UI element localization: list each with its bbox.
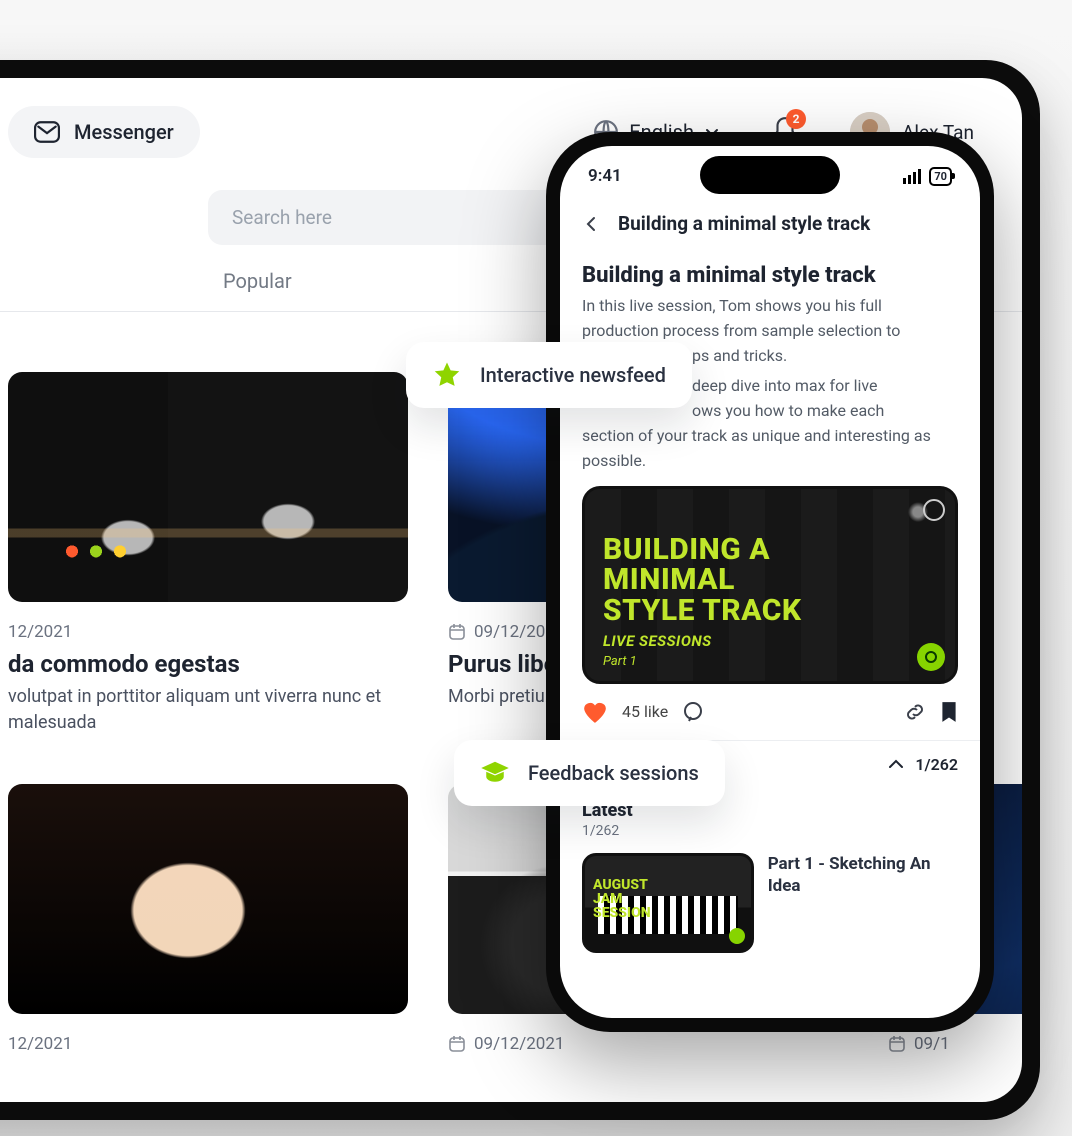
messenger-button[interactable]: Messenger	[8, 106, 200, 158]
latest-thumbnail: AUGUST JAM SESSION	[582, 853, 754, 953]
card-date: 12/2021	[8, 622, 408, 642]
loop-icon	[923, 499, 945, 521]
mail-icon	[34, 121, 60, 143]
feature-pill-feedback: Feedback sessions	[454, 740, 725, 806]
card-date: 09/12/2021	[448, 1034, 848, 1054]
calendar-icon	[888, 1035, 906, 1053]
notification-badge: 2	[786, 109, 806, 129]
card-date: 12/2021	[8, 1034, 408, 1054]
feature-pill-newsfeed: Interactive newsfeed	[406, 342, 692, 408]
bookmark-icon[interactable]	[940, 701, 958, 723]
card-title: da commodo egestas	[8, 650, 408, 678]
card-thumbnail	[8, 784, 408, 1014]
pill-label: Interactive newsfeed	[480, 363, 666, 387]
feed-card[interactable]: 12/2021	[8, 784, 408, 1054]
phone-device: 9:41 70 Building a minimal style track B…	[546, 132, 994, 1032]
phone-notch	[700, 156, 840, 194]
comment-icon[interactable]	[682, 701, 704, 723]
lesson-hero[interactable]: BUILDING AMINIMALSTYLE TRACK LIVE SESSIO…	[582, 486, 958, 684]
card-thumbnail	[8, 372, 408, 602]
feed-card[interactable]: 12/2021 da commodo egestas volutpat in p…	[8, 372, 408, 736]
latest-item[interactable]: AUGUST JAM SESSION Part 1 - Sketching An…	[582, 853, 958, 953]
search-placeholder: Search here	[232, 206, 332, 229]
back-icon[interactable]	[582, 215, 600, 233]
latest-section: Latest 1/262 AUGUST JAM SESSION Part 1 -…	[560, 788, 980, 959]
share-link-icon[interactable]	[904, 701, 926, 723]
page-header: Building a minimal style track	[560, 186, 980, 241]
calendar-icon	[448, 623, 466, 641]
page-title: Building a minimal style track	[618, 212, 870, 235]
messenger-label: Messenger	[74, 120, 174, 144]
signal-icon	[903, 169, 921, 184]
star-icon	[432, 360, 462, 390]
card-desc: volutpat in porttitor aliquam unt viverr…	[8, 684, 408, 736]
engagement-bar: 45 like	[560, 684, 980, 741]
chevron-up-icon	[887, 757, 905, 771]
status-time: 9:41	[588, 166, 622, 186]
latest-count: 1/262	[582, 823, 958, 839]
article-title: Building a minimal style track	[582, 263, 958, 288]
pill-label: Feedback sessions	[528, 761, 699, 785]
card-date: 09/1	[888, 1034, 1022, 1054]
graduation-cap-icon	[480, 758, 510, 788]
latest-item-title: Part 1 - Sketching An Idea	[768, 853, 958, 953]
pager-nav[interactable]: 1/262	[887, 755, 958, 774]
play-dot-icon	[729, 928, 745, 944]
like-count: 45 like	[622, 702, 668, 721]
play-icon[interactable]	[917, 643, 945, 671]
calendar-icon	[448, 1035, 466, 1053]
phone-screen: 9:41 70 Building a minimal style track B…	[560, 146, 980, 1018]
like-icon[interactable]	[582, 700, 608, 724]
hero-text: BUILDING AMINIMALSTYLE TRACK LIVE SESSIO…	[603, 535, 937, 670]
battery-indicator: 70	[929, 167, 952, 186]
tab-popular[interactable]: Popular	[223, 269, 292, 311]
